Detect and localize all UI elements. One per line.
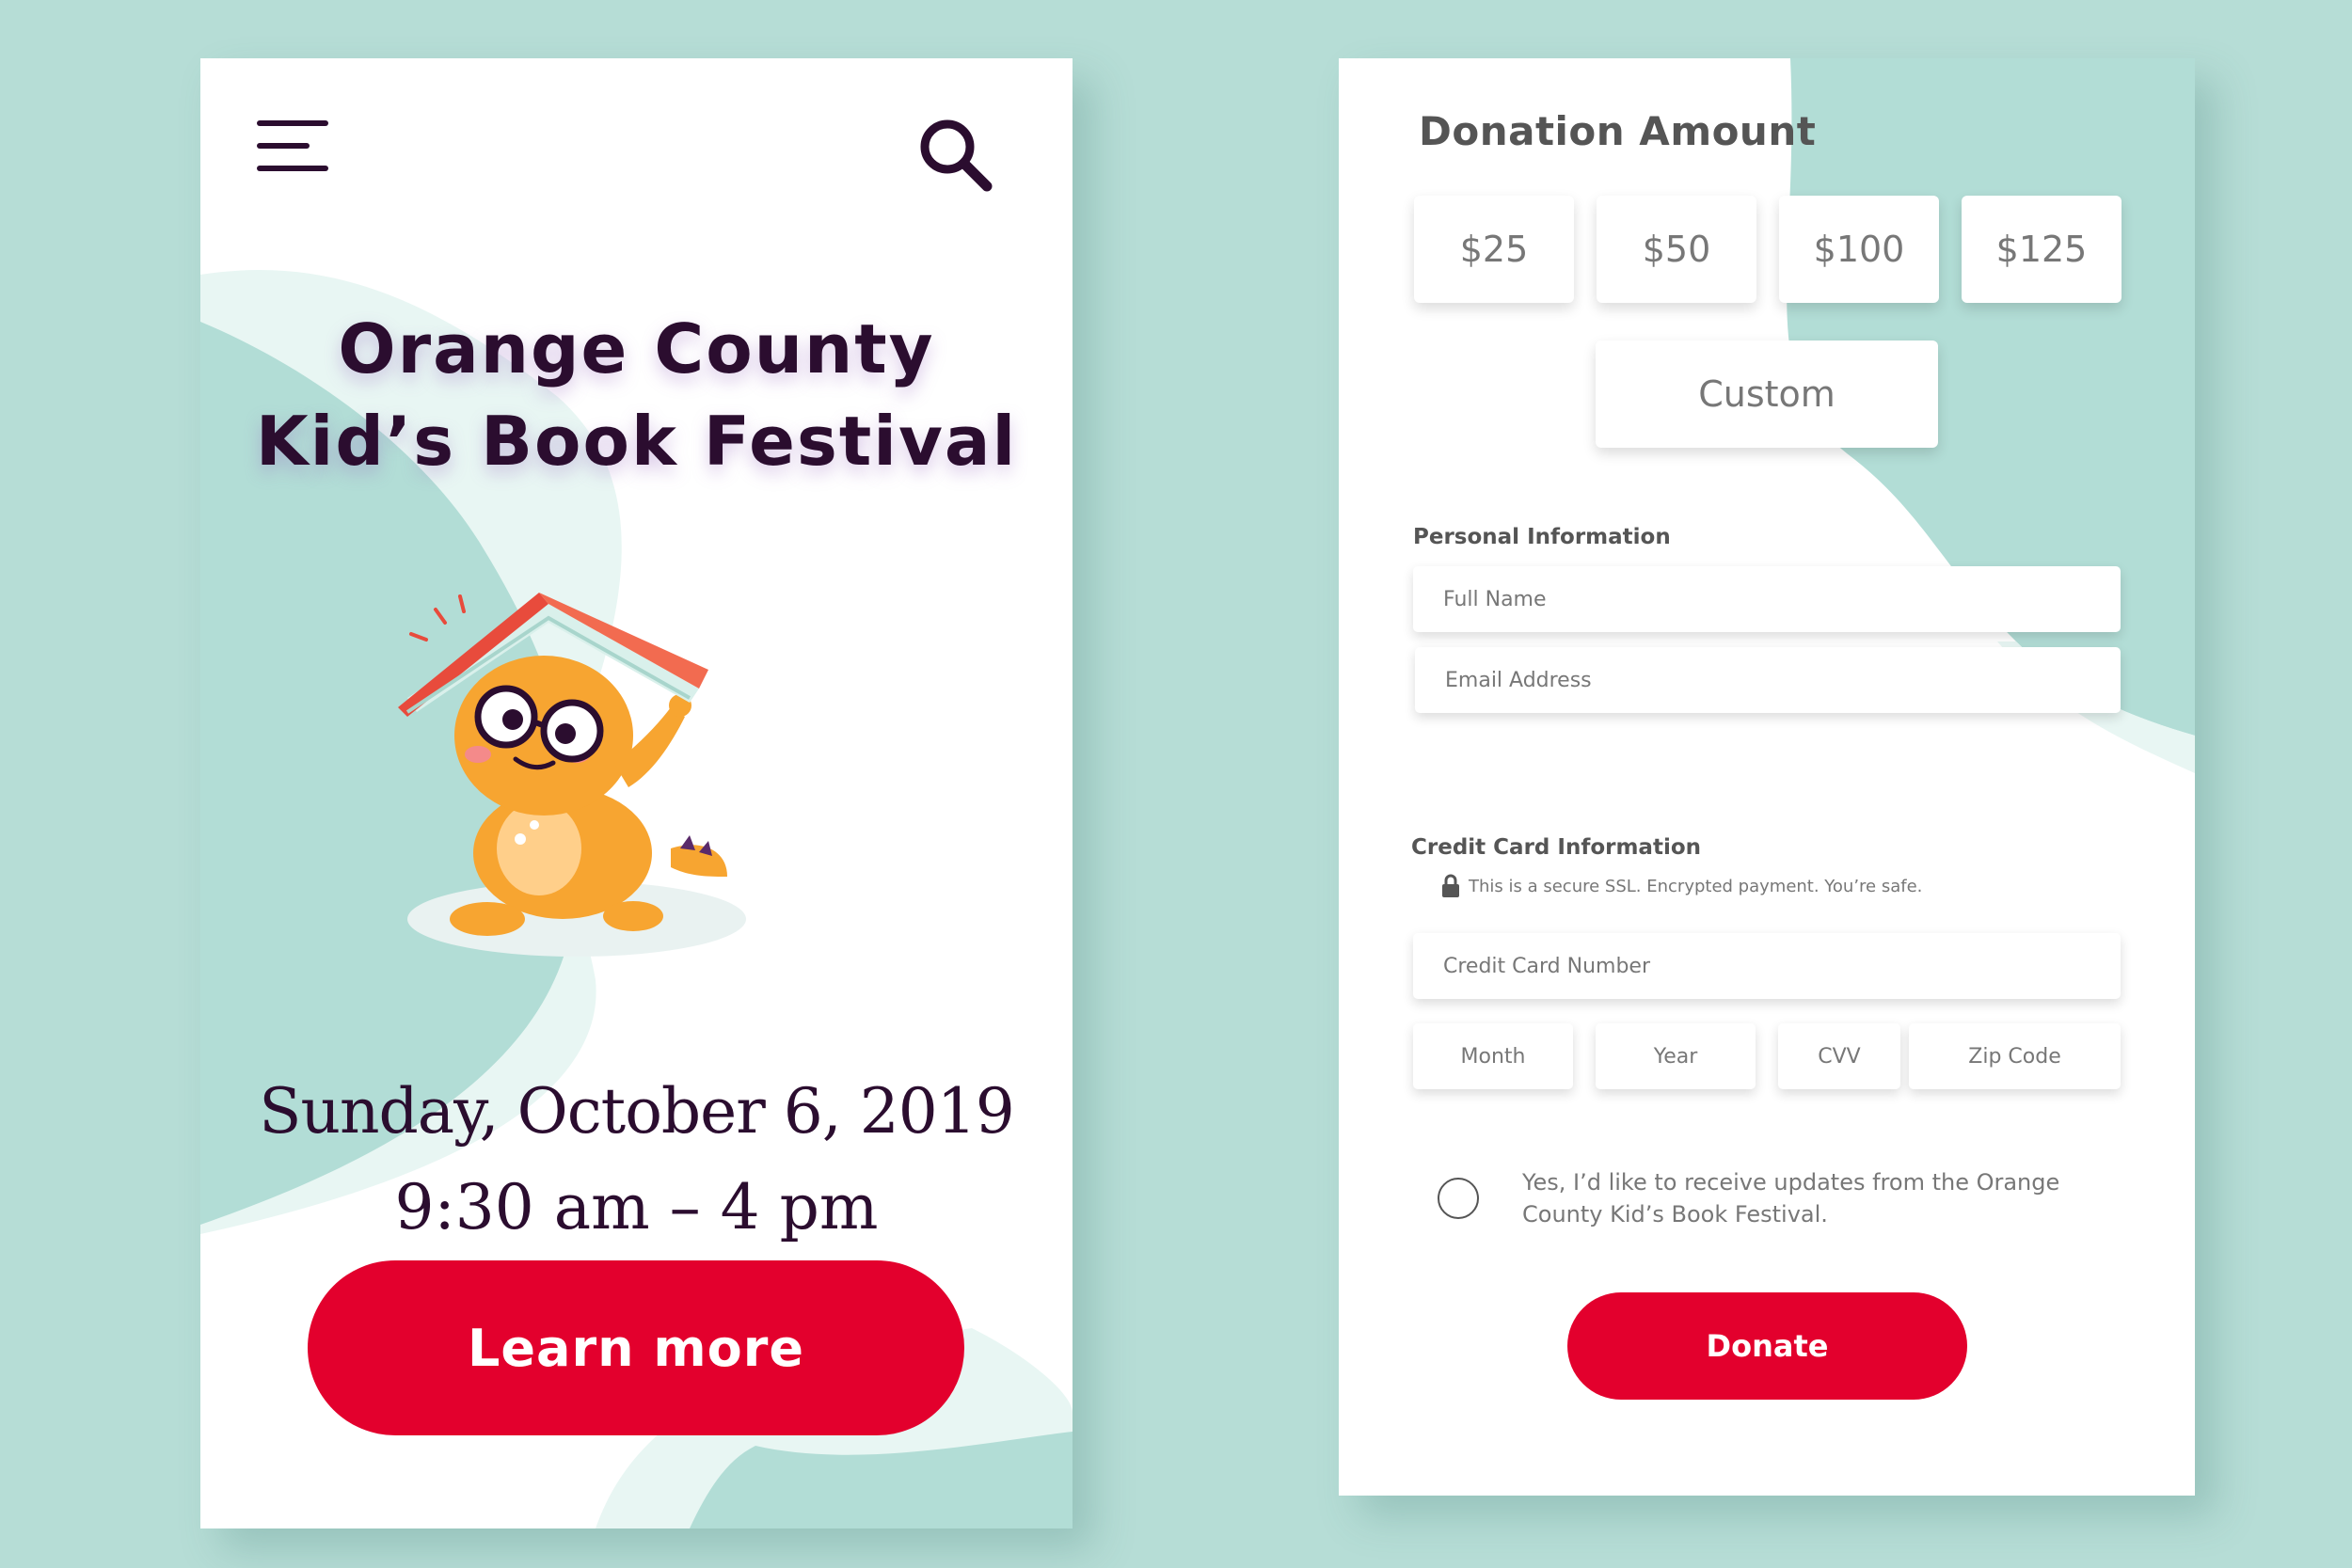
- updates-opt-in-text: Yes, I’d like to receive updates from th…: [1522, 1169, 2060, 1227]
- credit-card-number-field[interactable]: [1413, 933, 2121, 999]
- title-line-1: Orange County: [338, 309, 935, 388]
- learn-more-button[interactable]: Learn more: [308, 1260, 964, 1435]
- credit-card-info-label: Credit Card Information: [1411, 835, 1702, 860]
- festival-title: Orange County Kid’s Book Festival: [200, 303, 1073, 487]
- amount-125-button[interactable]: $125: [1962, 196, 2122, 303]
- zip-code-field[interactable]: [1909, 1023, 2121, 1089]
- full-name-field[interactable]: [1413, 566, 2121, 632]
- cvv-field[interactable]: [1778, 1023, 1900, 1089]
- dinosaur-reading-icon: [398, 593, 746, 957]
- event-screen: Orange County Kid’s Book Festival Sunday…: [200, 58, 1073, 1528]
- personal-info-label: Personal Information: [1413, 525, 1671, 549]
- title-line-2: Kid’s Book Festival: [255, 402, 1018, 481]
- updates-opt-in-checkbox[interactable]: [1438, 1178, 1479, 1219]
- amount-25-button[interactable]: $25: [1414, 196, 1574, 303]
- secure-payment-text: This is a secure SSL. Encrypted payment.…: [1469, 876, 1923, 896]
- event-time: 9:30 am – 4 pm: [394, 1171, 879, 1243]
- search-icon[interactable]: [915, 115, 1000, 199]
- lock-icon: [1442, 874, 1459, 897]
- amount-50-button[interactable]: $50: [1597, 196, 1756, 303]
- event-date: Sunday, October 6, 2019: [259, 1075, 1014, 1148]
- email-field[interactable]: [1415, 647, 2121, 713]
- year-field[interactable]: [1596, 1023, 1756, 1089]
- amount-100-button[interactable]: $100: [1779, 196, 1939, 303]
- secure-payment-note: This is a secure SSL. Encrypted payment.…: [1440, 872, 1922, 900]
- month-field[interactable]: [1413, 1023, 1573, 1089]
- donation-screen: Donation Amount $25 $50 $100 $125 Custom…: [1339, 58, 2195, 1496]
- donate-button[interactable]: Donate: [1567, 1292, 1967, 1400]
- donation-amount-title: Donation Amount: [1419, 108, 1817, 154]
- hamburger-menu-icon[interactable]: [257, 120, 328, 173]
- custom-amount-button[interactable]: Custom: [1596, 341, 1938, 448]
